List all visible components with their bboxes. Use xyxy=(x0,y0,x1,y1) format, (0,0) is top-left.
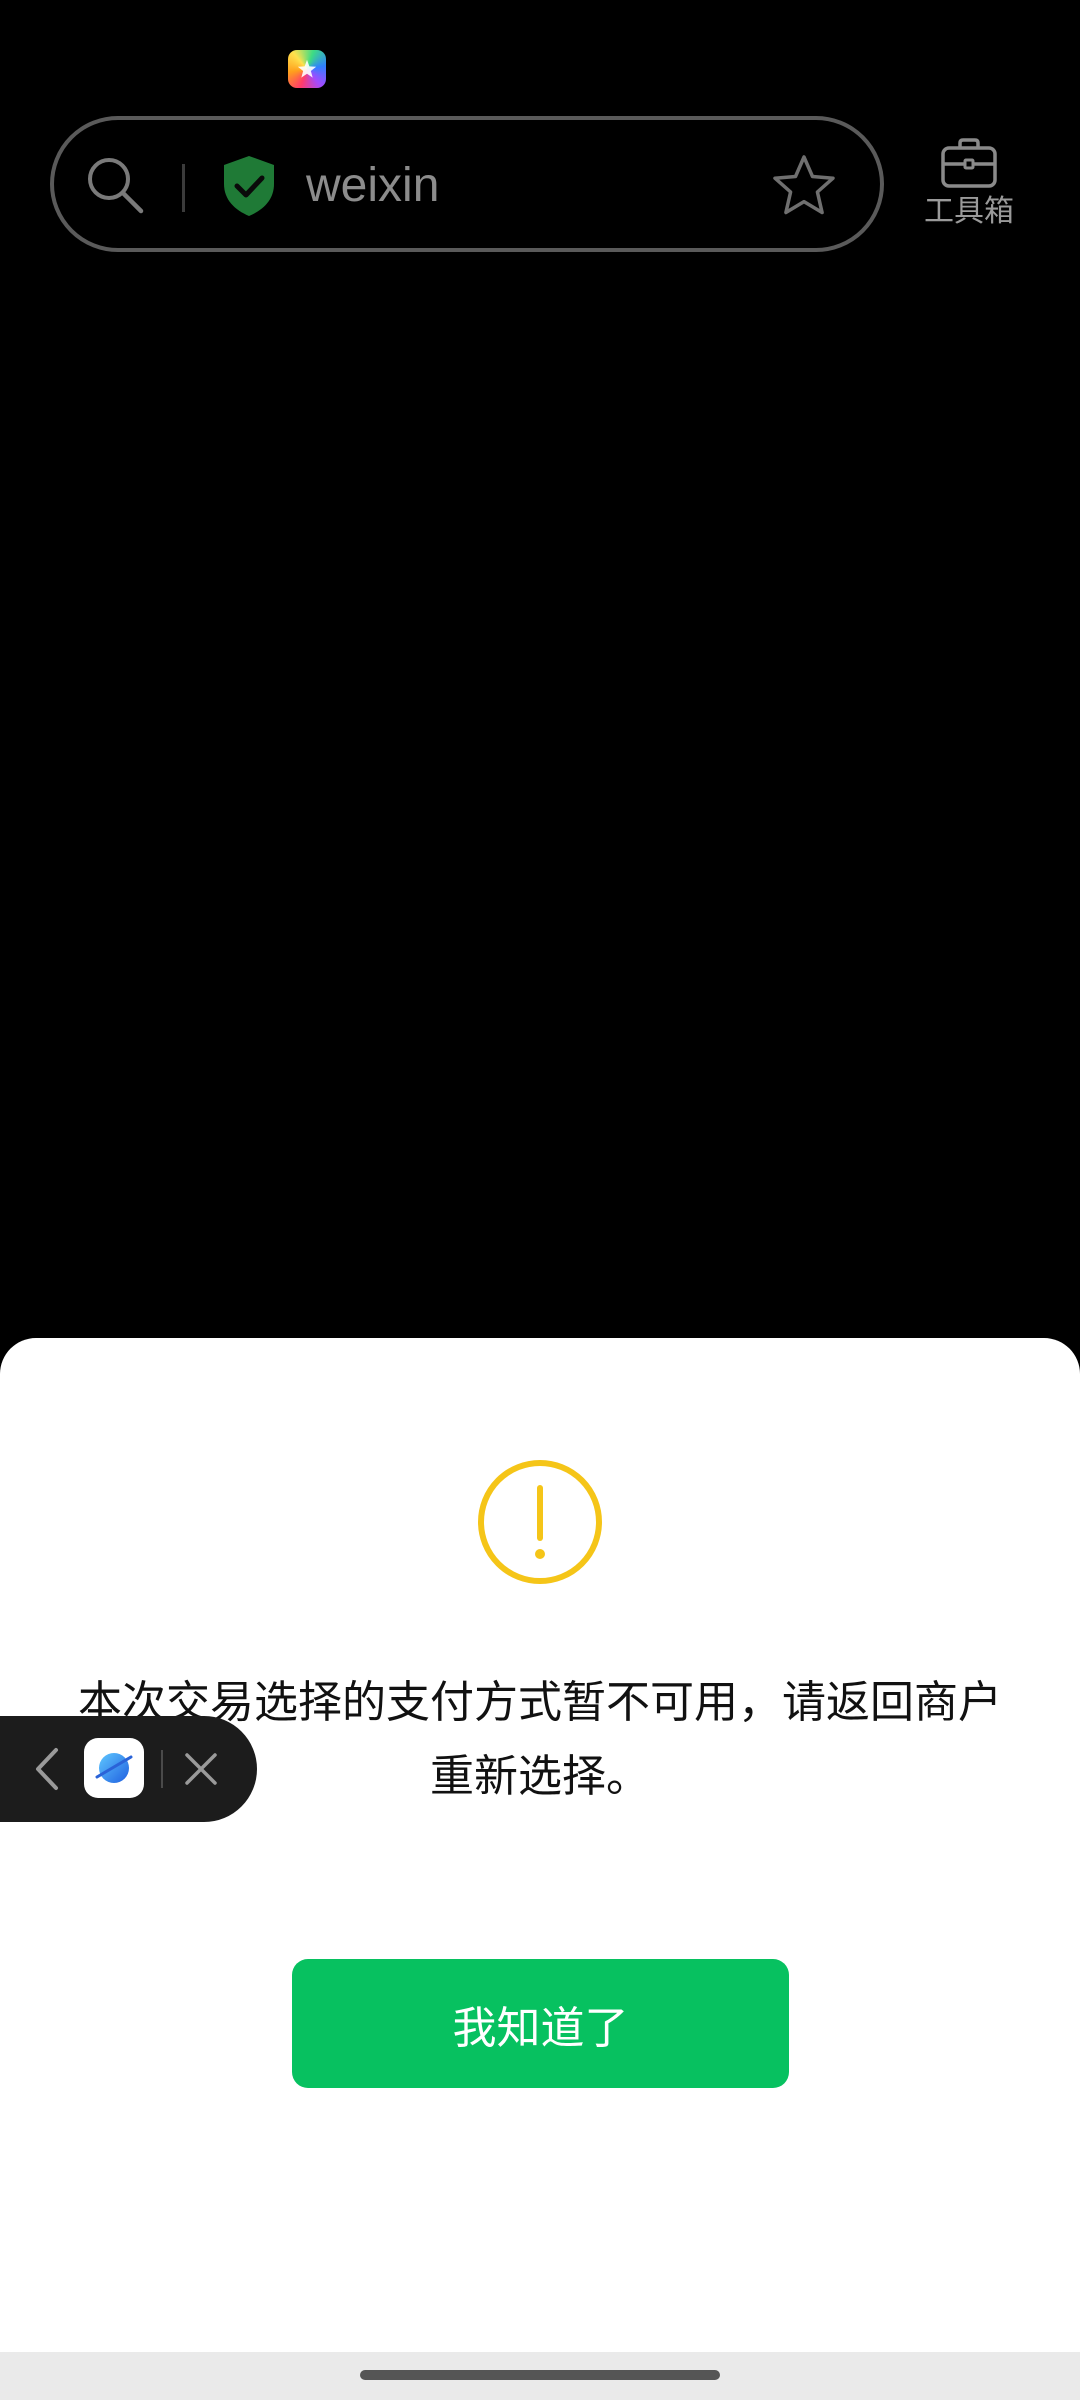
status-app-icon xyxy=(288,50,326,88)
chevron-left-icon[interactable] xyxy=(28,1744,68,1794)
search-icon[interactable] xyxy=(84,154,146,216)
shield-check-icon[interactable] xyxy=(220,154,278,218)
home-indicator[interactable] xyxy=(360,2370,720,2380)
floating-toolbar-divider xyxy=(161,1750,163,1788)
confirm-button[interactable]: 我知道了 xyxy=(292,1959,789,2088)
address-bar[interactable]: weixin xyxy=(50,116,884,252)
toolbox-label: 工具箱 xyxy=(924,194,1014,229)
browser-app-icon[interactable] xyxy=(84,1738,144,1798)
star-icon[interactable] xyxy=(770,152,838,220)
close-icon[interactable] xyxy=(181,1749,221,1789)
navigation-bar xyxy=(0,2352,1080,2400)
warning-icon xyxy=(478,1460,602,1584)
url-text[interactable]: weixin xyxy=(306,154,439,218)
floating-toolbar[interactable] xyxy=(0,1716,257,1822)
address-bar-divider xyxy=(182,164,185,212)
toolbox-icon xyxy=(941,138,997,188)
payment-dialog: 本次交易选择的支付方式暂不可用，请返回商户重新选择。 我知道了 xyxy=(0,1338,1080,2352)
toolbox-button[interactable]: 工具箱 xyxy=(916,138,1022,242)
